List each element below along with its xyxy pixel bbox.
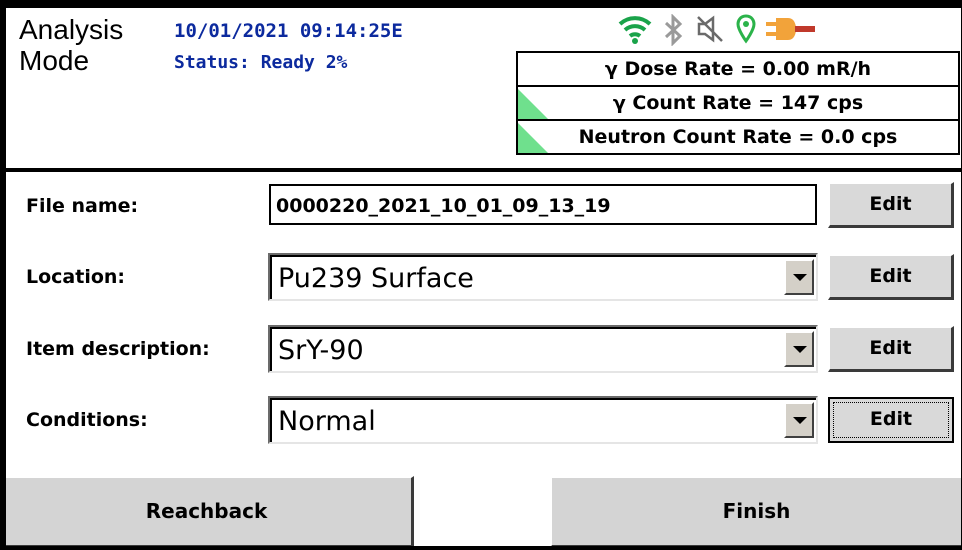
conditions-value: Normal (278, 406, 376, 437)
conditions-select[interactable]: Normal (268, 396, 818, 444)
location-dropdown-button[interactable] (784, 259, 814, 295)
neutron-count-box: Neutron Count Rate = 0.0 cps (516, 119, 960, 155)
speaker-muted-icon (696, 14, 724, 48)
mode-title: Analysis Mode (19, 14, 159, 76)
location-label: Location: (26, 266, 126, 288)
location-select[interactable]: Pu239 Surface (268, 253, 818, 301)
gamma-count-box: γ Count Rate = 147 cps (516, 85, 960, 121)
gamma-indicator-triangle (518, 89, 548, 119)
dose-rate-box: γ Dose Rate = 0.00 mR/h (516, 51, 960, 87)
conditions-edit-button[interactable]: Edit (828, 397, 954, 443)
conditions-label: Conditions: (26, 409, 148, 431)
conditions-edit-label: Edit (869, 408, 913, 430)
analysis-mode-screen: Analysis Mode 10/01/2021 09:14:25E Statu… (6, 8, 961, 546)
power-plug-icon (766, 14, 816, 48)
mode-title-line2: Mode (19, 45, 90, 76)
neutron-count-rate: Neutron Count Rate = 0.0 cps (578, 126, 898, 148)
chevron-down-icon (793, 417, 807, 424)
wifi-icon (618, 14, 652, 48)
item-description-dropdown-button[interactable] (784, 331, 814, 367)
status-text: Status: Ready 2% (174, 52, 348, 73)
status-icons (618, 13, 961, 50)
location-select-inner: Pu239 Surface (270, 255, 816, 299)
chevron-down-icon (793, 274, 807, 281)
rate-panel: γ Dose Rate = 0.00 mR/h γ Count Rate = 1… (516, 51, 960, 155)
item-description-label: Item description: (26, 338, 210, 360)
item-description-select[interactable]: SrY-90 (268, 325, 818, 373)
location-edit-button[interactable]: Edit (828, 254, 954, 300)
location-pin-icon (736, 14, 756, 48)
finish-button[interactable]: Finish (550, 476, 961, 546)
item-description-value: SrY-90 (278, 335, 364, 366)
file-name-edit-button[interactable]: Edit (828, 182, 954, 228)
timestamp: 10/01/2021 09:14:25E (174, 20, 403, 42)
item-description-select-inner: SrY-90 (270, 327, 816, 371)
neutron-indicator-triangle (518, 123, 548, 153)
chevron-down-icon (793, 346, 807, 353)
file-name-label: File name: (26, 195, 139, 217)
gamma-count-rate: γ Count Rate = 147 cps (612, 92, 864, 114)
reachback-button[interactable]: Reachback (6, 476, 414, 546)
dose-rate: γ Dose Rate = 0.00 mR/h (604, 58, 872, 80)
location-value: Pu239 Surface (278, 263, 474, 294)
conditions-dropdown-button[interactable] (784, 402, 814, 438)
bluetooth-icon (662, 13, 684, 50)
conditions-select-inner: Normal (270, 398, 816, 442)
item-description-edit-button[interactable]: Edit (828, 326, 954, 372)
mode-title-line1: Analysis (19, 14, 124, 45)
header-divider (6, 168, 961, 172)
file-name-field[interactable]: 0000220_2021_10_01_09_13_19 (269, 184, 817, 225)
